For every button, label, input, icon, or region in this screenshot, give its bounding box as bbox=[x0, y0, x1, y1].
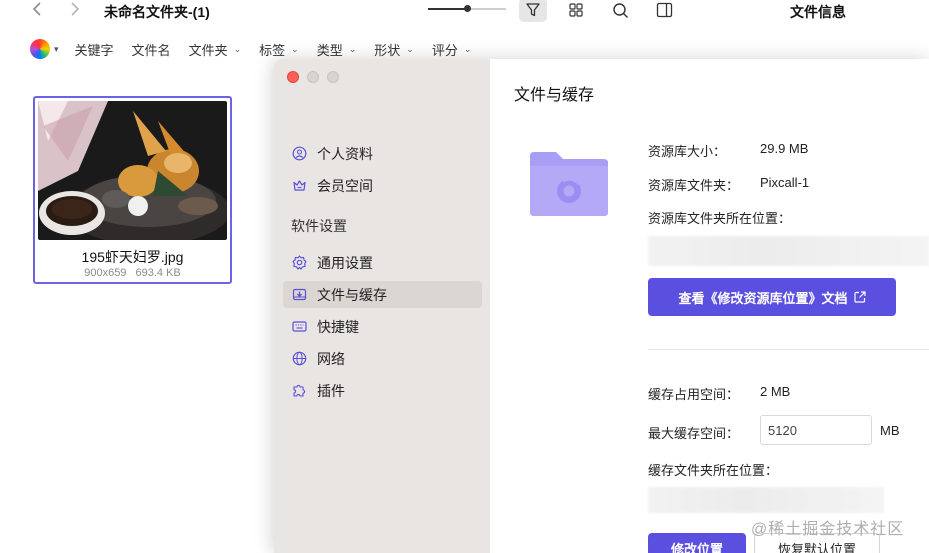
file-size: 693.4 KB bbox=[135, 267, 181, 279]
chevron-left-icon[interactable] bbox=[31, 1, 43, 20]
sidebar-item-general[interactable]: 通用设置 bbox=[283, 249, 482, 276]
sidebar-item-membership[interactable]: 会员空间 bbox=[283, 172, 482, 199]
color-wheel-icon[interactable] bbox=[30, 39, 50, 59]
settings-window: 个人资料 会员空间 软件设置 通用设置 文件与缓存 快捷键 网络 插件 文件与缓… bbox=[274, 59, 929, 553]
file-info-title: 文件信息 bbox=[790, 4, 846, 20]
zoom-slider-knob[interactable] bbox=[464, 5, 471, 12]
keyboard-icon bbox=[291, 319, 307, 335]
settings-sidebar: 个人资料 会员空间 软件设置 通用设置 文件与缓存 快捷键 网络 插件 bbox=[274, 59, 490, 553]
sidebar-item-label: 文件与缓存 bbox=[317, 286, 387, 303]
file-meta: 900x659 693.4 KB bbox=[35, 267, 230, 279]
folder-icon bbox=[526, 150, 610, 221]
cache-used-label: 缓存占用空间： bbox=[648, 387, 740, 402]
sidebar-section-title: 软件设置 bbox=[291, 218, 347, 234]
filter-filename[interactable]: 文件名 bbox=[132, 40, 171, 59]
zoom-slider-fill bbox=[428, 8, 467, 10]
close-window-button[interactable] bbox=[287, 71, 299, 83]
chevron-down-icon: ⌄ bbox=[348, 43, 357, 54]
zoom-slider[interactable] bbox=[428, 5, 506, 12]
sidebar-item-label: 快捷键 bbox=[317, 318, 359, 335]
settings-section-title: 文件与缓存 bbox=[514, 87, 595, 104]
library-folder-value: Pixcall-1 bbox=[760, 175, 810, 190]
gear-icon bbox=[291, 255, 307, 271]
sidebar-toggle-icon[interactable] bbox=[650, 0, 678, 22]
max-cache-unit: MB bbox=[880, 423, 900, 438]
change-location-button[interactable]: 修改位置 bbox=[648, 533, 746, 553]
cache-path-blurred bbox=[648, 487, 884, 513]
view-docs-label: 查看《修改资源库位置》文档 bbox=[678, 290, 848, 306]
filter-label: 评分 bbox=[431, 42, 458, 58]
sidebar-item-profile[interactable]: 个人资料 bbox=[283, 140, 482, 167]
filter-bar: ▾ 关键字 文件名 文件夹 ⌄ 标签 ⌄ 类型 ⌄ 形状 ⌄ 评分 ⌄ bbox=[30, 38, 489, 60]
filter-tags[interactable]: 标签 ⌄ bbox=[259, 40, 299, 59]
sidebar-item-files-cache[interactable]: 文件与缓存 bbox=[283, 281, 482, 308]
grid-icon[interactable] bbox=[562, 0, 590, 22]
filter-label: 标签 bbox=[259, 42, 286, 58]
filter-label: 关键字 bbox=[74, 42, 114, 58]
globe-icon bbox=[291, 351, 307, 367]
sidebar-item-label: 个人资料 bbox=[317, 145, 373, 162]
top-toolbar: 未命名文件夹-(1) 文件信息 bbox=[0, 0, 929, 28]
library-folder-label: 资源库文件夹： bbox=[648, 178, 740, 193]
chevron-down-icon: ⌄ bbox=[233, 43, 242, 54]
sidebar-item-network[interactable]: 网络 bbox=[283, 345, 482, 372]
filter-shape[interactable]: 形状 ⌄ bbox=[374, 40, 414, 59]
folder-title: 未命名文件夹-(1) bbox=[104, 4, 210, 20]
sidebar-item-label: 网络 bbox=[317, 350, 345, 367]
watermark-text: @稀土掘金技术社区 bbox=[751, 521, 905, 538]
filter-icon[interactable] bbox=[519, 0, 547, 22]
sidebar-item-shortcuts[interactable]: 快捷键 bbox=[283, 313, 482, 340]
file-thumbnail bbox=[38, 101, 227, 240]
crown-icon bbox=[291, 178, 307, 194]
user-circle-icon bbox=[291, 146, 307, 162]
sidebar-item-label: 插件 bbox=[317, 382, 345, 399]
filter-label: 文件夹 bbox=[188, 42, 228, 58]
change-location-label: 修改位置 bbox=[670, 541, 723, 553]
filter-folder[interactable]: 文件夹 ⌄ bbox=[189, 40, 242, 59]
filter-label: 类型 bbox=[316, 42, 343, 58]
cache-used-value: 2 MB bbox=[760, 384, 791, 399]
chevron-right-icon[interactable] bbox=[69, 1, 81, 20]
restore-default-label: 恢复默认位置 bbox=[777, 541, 856, 553]
library-path-blurred bbox=[648, 236, 929, 266]
sidebar-item-label: 会员空间 bbox=[317, 177, 373, 194]
filter-label: 形状 bbox=[374, 42, 401, 58]
library-size-label: 资源库大小： bbox=[648, 144, 727, 159]
chevron-down-icon: ⌄ bbox=[406, 43, 414, 54]
file-name: 195虾天妇罗.jpg bbox=[81, 249, 184, 265]
file-card[interactable]: 195虾天妇罗.jpg 900x659 693.4 KB bbox=[33, 96, 232, 284]
cache-location-label: 缓存文件夹所在位置： bbox=[648, 463, 779, 478]
library-size-value: 29.9 MB bbox=[760, 141, 809, 156]
filter-keyword[interactable]: 关键字 bbox=[75, 40, 114, 59]
section-divider bbox=[648, 349, 929, 350]
filter-rating[interactable]: 评分 ⌄ bbox=[432, 40, 472, 59]
max-cache-label: 最大缓存空间： bbox=[648, 426, 740, 441]
filter-type[interactable]: 类型 ⌄ bbox=[317, 40, 357, 59]
max-cache-input[interactable] bbox=[760, 415, 872, 445]
sidebar-item-plugins[interactable]: 插件 bbox=[283, 377, 482, 404]
settings-main-panel: 文件与缓存 资源库大小： 29.9 MB 资源库文件夹： Pixcall-1 资… bbox=[490, 59, 929, 553]
file-dimensions: 900x659 bbox=[84, 267, 127, 279]
library-location-label: 资源库文件夹所在位置： bbox=[648, 211, 792, 226]
chevron-down-icon: ⌄ bbox=[463, 43, 472, 54]
download-tray-icon bbox=[291, 287, 307, 303]
chevron-down-icon: ⌄ bbox=[291, 43, 299, 54]
view-docs-button[interactable]: 查看《修改资源库位置》文档 bbox=[648, 278, 896, 316]
search-icon[interactable] bbox=[606, 0, 634, 22]
sidebar-item-label: 通用设置 bbox=[317, 254, 373, 271]
chevron-down-icon[interactable]: ▾ bbox=[54, 44, 59, 55]
minimize-window-button[interactable] bbox=[307, 71, 319, 83]
puzzle-icon bbox=[291, 383, 307, 399]
external-link-icon bbox=[853, 291, 866, 303]
filter-label: 文件名 bbox=[131, 42, 171, 58]
maximize-window-button[interactable] bbox=[327, 71, 339, 83]
